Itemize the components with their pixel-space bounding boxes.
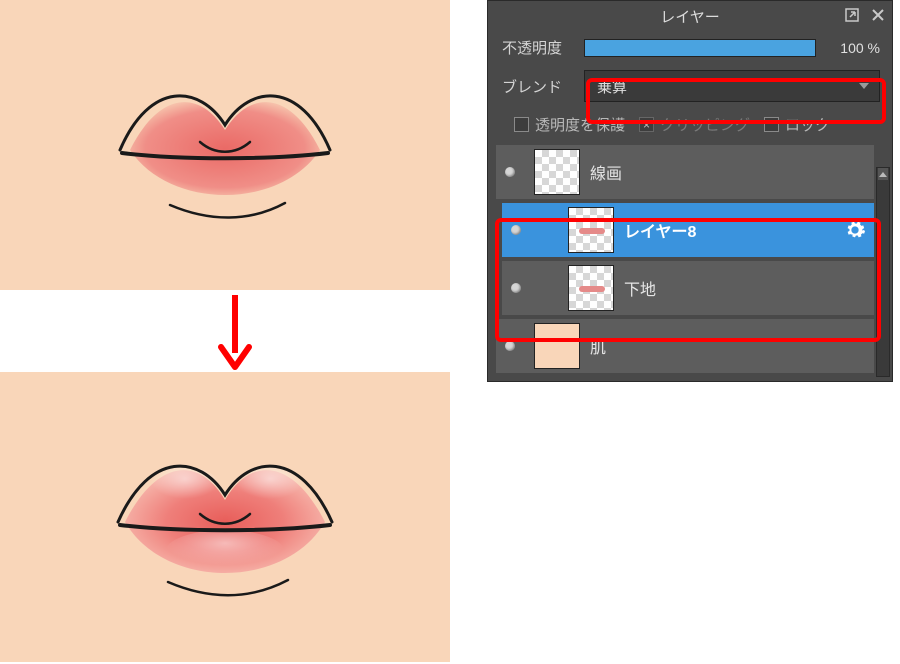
opacity-slider[interactable] <box>584 39 816 57</box>
protect-alpha-label: 透明度を保護 <box>535 114 625 135</box>
chevron-down-icon <box>859 83 869 89</box>
lips-after <box>0 372 450 662</box>
visibility-toggle[interactable] <box>502 225 530 235</box>
panel-close-icon[interactable] <box>868 5 888 25</box>
panel-title-bar: レイヤー <box>488 1 892 31</box>
visibility-dot-icon <box>505 341 515 351</box>
checkbox-box: × <box>639 117 654 132</box>
arrow-gap <box>0 290 470 372</box>
opacity-label: 不透明度 <box>502 37 574 58</box>
layer-name: 下地 <box>624 276 866 300</box>
layer-name: 線画 <box>590 160 866 184</box>
opacity-fill <box>585 40 815 56</box>
lock-checkbox[interactable]: ロック <box>764 114 830 135</box>
illustration-column <box>0 0 470 662</box>
opacity-value: 100 % <box>826 40 880 56</box>
checkbox-box <box>514 117 529 132</box>
blend-row: ブレンド 乗算 <box>488 64 892 108</box>
layers-panel: レイヤー 不透明度 100 % ブレンド 乗算 透明度を保護 × <box>487 0 893 382</box>
opacity-row: 不透明度 100 % <box>488 31 892 64</box>
layer-row[interactable]: 下地 <box>502 261 874 315</box>
checkbox-box <box>764 117 779 132</box>
visibility-dot-icon <box>511 225 521 235</box>
panel-title: レイヤー <box>660 6 720 27</box>
lock-label: ロック <box>785 114 830 135</box>
layer-row[interactable]: 肌 <box>496 319 874 373</box>
layer-thumbnail <box>568 207 614 253</box>
visibility-dot-icon <box>505 167 515 177</box>
layer-thumbnail <box>534 323 580 369</box>
clipping-label: クリッピング <box>660 114 750 135</box>
layer-options-row: 透明度を保護 × クリッピング ロック <box>488 108 892 145</box>
before-illustration <box>0 0 450 290</box>
visibility-dot-icon <box>511 283 521 293</box>
layer-name: 肌 <box>590 334 866 358</box>
protect-alpha-checkbox[interactable]: 透明度を保護 <box>514 114 625 135</box>
layer-list: 線画レイヤー8 下地肌 <box>488 145 892 381</box>
after-illustration <box>0 372 450 662</box>
visibility-toggle[interactable] <box>496 341 524 351</box>
layer-thumbnail <box>534 149 580 195</box>
clipping-checkbox[interactable]: × クリッピング <box>639 114 750 135</box>
visibility-toggle[interactable] <box>496 167 524 177</box>
layer-name: レイヤー8 <box>624 218 834 242</box>
gear-icon[interactable] <box>844 219 866 241</box>
lips-before <box>0 0 450 290</box>
blend-label: ブレンド <box>502 76 574 97</box>
scroll-up-icon[interactable] <box>878 168 888 180</box>
thumbnail-content <box>579 228 605 234</box>
arrow-down-icon <box>215 291 255 371</box>
blend-mode-value: 乗算 <box>597 76 627 97</box>
layer-row[interactable]: レイヤー8 <box>502 203 874 257</box>
scrollbar-vertical[interactable] <box>876 167 890 377</box>
layer-thumbnail <box>568 265 614 311</box>
thumbnail-content <box>579 286 605 292</box>
panel-detach-icon[interactable] <box>842 5 862 25</box>
blend-mode-select[interactable]: 乗算 <box>584 70 880 102</box>
visibility-toggle[interactable] <box>502 283 530 293</box>
layer-row[interactable]: 線画 <box>496 145 874 199</box>
